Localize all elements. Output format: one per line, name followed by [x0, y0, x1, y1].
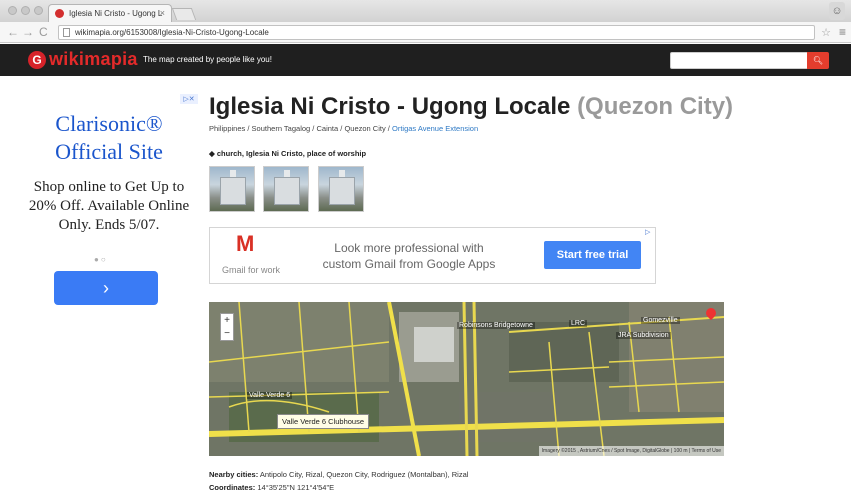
nearby-cities: Nearby cities: Antipolo City, Rizal, Que… — [209, 470, 468, 479]
tab-close-icon[interactable]: × — [160, 8, 165, 18]
photo-thumbnail[interactable] — [263, 166, 309, 212]
breadcrumb-item[interactable]: Quezon City — [344, 124, 385, 133]
map-zoom-control[interactable]: + − — [220, 313, 234, 341]
map-copyright: Imagery ©2015 , Astrium/Cnes / Spot Imag… — [538, 446, 724, 456]
ad-pager-dots: ● ○ — [94, 255, 106, 264]
site-logo[interactable]: wikimapia — [49, 49, 138, 70]
site-header: G wikimapia The map created by people li… — [0, 44, 851, 76]
coordinates: Coordinates: 14°35'25"N 121°4'54"E — [209, 483, 334, 492]
url-text: wikimapia.org/6153008/Iglesia-Ni-Cristo-… — [75, 28, 269, 37]
new-tab-button[interactable] — [171, 8, 197, 20]
browser-menu-icon[interactable]: ≡ — [839, 25, 846, 39]
search-input[interactable] — [670, 52, 808, 69]
page-icon — [63, 28, 70, 37]
photo-thumbnail[interactable] — [209, 166, 255, 212]
satellite-map[interactable]: + − Robinsons Bridgetowne LRC Gomezville … — [209, 302, 724, 456]
url-input[interactable]: wikimapia.org/6153008/Iglesia-Ni-Cristo-… — [58, 25, 815, 40]
map-label[interactable]: JRA Subdivision — [616, 332, 671, 339]
window-close-button[interactable] — [8, 6, 17, 15]
map-label[interactable]: Robinsons Bridgetowne — [457, 322, 535, 329]
forward-arrow-icon[interactable]: → — [22, 25, 34, 39]
gmail-logo-icon: M — [236, 231, 255, 256]
start-trial-button[interactable]: Start free trial — [544, 241, 641, 269]
breadcrumb-item[interactable]: Philippines — [209, 124, 245, 133]
map-label[interactable]: Valle Verde 6 — [247, 392, 293, 399]
ad-next-button[interactable]: › — [54, 271, 158, 305]
back-arrow-icon[interactable]: ← — [7, 25, 19, 39]
ad-choices-icon[interactable]: ▷ — [645, 228, 653, 236]
page-title: Iglesia Ni Cristo - Ugong Locale (Quezon… — [209, 93, 733, 121]
thumb-building — [220, 177, 246, 205]
coords-value: 14°35'25"N 121°4'54"E — [257, 483, 335, 492]
ad-gmail[interactable]: M Gmail for work Look more professional … — [209, 227, 656, 284]
map-label[interactable]: Gomezville — [641, 317, 680, 324]
photo-thumbnail[interactable] — [318, 166, 364, 212]
nearby-label: Nearby cities: — [209, 470, 259, 479]
tab-title: Iglesia Ni Cristo - Ugong L — [69, 9, 163, 18]
address-toolbar: ← → C wikimapia.org/6153008/Iglesia-Ni-C… — [0, 22, 851, 43]
search-button[interactable]: 🔍︎ — [807, 52, 829, 69]
wikimapia-logo-icon[interactable]: G — [28, 51, 46, 69]
coords-label: Coordinates: — [209, 483, 256, 492]
breadcrumb-item[interactable]: Cainta — [316, 124, 338, 133]
breadcrumb-street-link[interactable]: Ortigas Avenue Extension — [392, 124, 478, 133]
window-minimize-button[interactable] — [21, 6, 30, 15]
site-tagline: The map created by people like you! — [143, 55, 272, 64]
ad-choices-icon[interactable]: ▷✕ — [180, 94, 198, 104]
wikimapia-favicon-icon — [55, 9, 64, 18]
nearby-value[interactable]: Antipolo City, Rizal, Quezon City, Rodri… — [260, 470, 469, 479]
ad-clarisonic[interactable]: ▷✕ Clarisonic® Official Site Shop online… — [20, 94, 198, 314]
tag-icon: ◆ — [209, 149, 215, 158]
window-zoom-button[interactable] — [34, 6, 43, 15]
ad-title[interactable]: Clarisonic® Official Site — [20, 110, 198, 166]
map-label[interactable]: LRC — [569, 320, 588, 327]
reload-icon[interactable]: C — [39, 25, 48, 39]
search-icon: 🔍︎ — [812, 56, 824, 65]
profile-avatar-icon[interactable]: ☺ — [829, 2, 845, 20]
thumb-building — [329, 177, 355, 205]
place-tags: ◆ church, Iglesia Ni Cristo, place of wo… — [209, 149, 366, 158]
map-popup[interactable]: Valle Verde 6 Clubhouse — [277, 414, 370, 429]
tags-text[interactable]: church, Iglesia Ni Cristo, place of wors… — [217, 149, 366, 158]
bookmark-star-icon[interactable]: ☆ — [821, 26, 831, 39]
browser-tab[interactable]: Iglesia Ni Cristo - Ugong L × — [48, 4, 172, 22]
gmail-sub: Gmail for work — [222, 265, 281, 275]
breadcrumb-item[interactable]: Southern Tagalog — [252, 124, 311, 133]
ad-body: Shop online to Get Up to 20% Off. Availa… — [28, 179, 190, 233]
place-city[interactable]: (Quezon City) — [577, 93, 733, 120]
browser-tabstrip: Iglesia Ni Cristo - Ugong L × ☺ — [0, 0, 851, 22]
thumb-building — [274, 177, 300, 205]
gmail-ad-text: Look more professional with custom Gmail… — [322, 241, 496, 271]
breadcrumb: Philippines / Southern Tagalog / Cainta … — [209, 124, 479, 133]
place-title: Iglesia Ni Cristo - Ugong Locale — [209, 93, 571, 120]
